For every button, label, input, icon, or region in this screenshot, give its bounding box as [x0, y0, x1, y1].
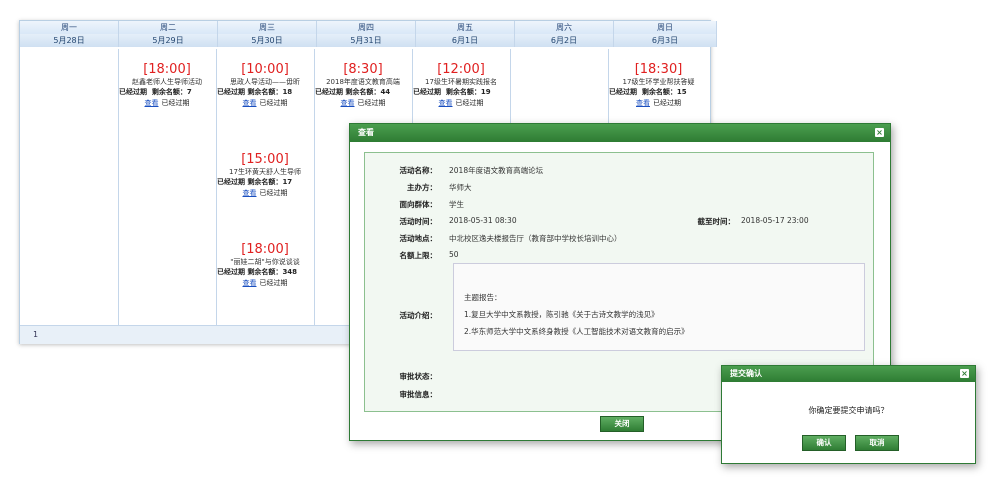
day-header: 周五 [415, 21, 515, 34]
close-icon[interactable]: × [875, 128, 884, 137]
place-value: 中北校区逸夫楼报告厅（教育部中学校长培训中心） [449, 234, 622, 243]
cancel-button[interactable]: 取消 [855, 435, 899, 451]
view-link[interactable]: 查看 [636, 99, 650, 107]
close-button[interactable]: 关闭 [600, 416, 644, 432]
event-card[interactable]: [18:00] "丽娃二胡"与你说谈谈 已经过期 剩余名额：348 查看 已经过期 [216, 242, 314, 288]
event-status: 已经过期 剩余名额：348 [217, 268, 298, 276]
limit-value: 50 [449, 250, 459, 259]
event-time: [18:00] [143, 62, 191, 77]
event-status: 已经过期 剩余名额：7 [119, 88, 192, 96]
view-dialog-header: 查看 × [350, 124, 890, 142]
close-icon[interactable]: × [960, 369, 969, 378]
view-link[interactable]: 查看 [243, 189, 257, 197]
host-value: 华师大 [449, 183, 472, 192]
date-header: 6月1日 [415, 34, 515, 47]
event-time: [18:00] [241, 242, 289, 257]
confirm-dialog-title: 提交确认 [730, 369, 762, 378]
day-header: 周二 [118, 21, 218, 34]
view-link[interactable]: 查看 [341, 99, 355, 107]
event-title: "丽娃二胡"与你说谈谈 [230, 258, 300, 266]
confirm-button[interactable]: 确认 [802, 435, 846, 451]
confirm-dialog: 提交确认 × 你确定要提交申请吗？ 确认 取消 [721, 365, 976, 464]
event-status: 已经过期 剩余名额：18 [217, 88, 293, 96]
expired-label: 已经过期 [161, 99, 190, 107]
confirm-dialog-header: 提交确认 × [722, 366, 975, 382]
event-card[interactable]: [12:00] 17级生环暑期实践报名 已经过期 剩余名额：19 查看 已经过期 [412, 62, 510, 108]
event-card[interactable]: [8:30] 2018年度语文教育高端 已经过期 剩余名额：44 查看 已经过期 [314, 62, 412, 108]
view-link[interactable]: 查看 [439, 99, 453, 107]
day-header: 周四 [316, 21, 416, 34]
confirm-message: 你确定要提交申请吗？ [808, 406, 889, 415]
view-link[interactable]: 查看 [145, 99, 159, 107]
expired-label: 已经过期 [653, 99, 681, 107]
day-header: 周日 [613, 21, 717, 34]
date-header: 6月3日 [613, 34, 717, 47]
day-column [20, 49, 119, 325]
activity-name: 2018年度语文教育高端论坛 [449, 166, 544, 175]
event-status: 已经过期 剩余名额：19 [413, 88, 491, 96]
event-card[interactable]: [10:00] 思政人导活动——毋昕 已经过期 剩余名额：18 查看 已经过期 [216, 62, 314, 108]
event-title: 思政人导活动——毋昕 [230, 78, 300, 86]
event-time: [12:00] [437, 62, 485, 77]
event-status: 已经过期 剩余名额：44 [315, 88, 391, 96]
event-title: 17生环黄天舒人生导师 [229, 168, 301, 176]
event-time: [18:30] [634, 62, 683, 77]
intro-line: 主题报告： [464, 293, 502, 302]
view-link[interactable]: 查看 [243, 99, 257, 107]
event-card[interactable]: [18:00] 赵鑫老师人生导师活动 已经过期 剩余名额：7 查看 已经过期 [118, 62, 216, 108]
event-title: 17级生环学业帮扶答疑 [622, 78, 695, 86]
event-time: [8:30] [343, 62, 383, 77]
view-link[interactable]: 查看 [243, 279, 257, 287]
date-header: 5月29日 [118, 34, 218, 47]
intro-line: 2.华东师范大学中文系终身教授《人工智能技术对语文教育的启示》 [464, 327, 689, 336]
day-column: [18:00] 赵鑫老师人生导师活动 已经过期 剩余名额：7 查看 已经过期 [118, 49, 217, 325]
event-status: 已经过期 剩余名额：15 [609, 88, 687, 96]
expired-label: 已经过期 [357, 99, 386, 107]
page-number[interactable]: 1 [33, 330, 38, 339]
event-time: [10:00] [241, 62, 289, 77]
intro-line: 1.复旦大学中文系教授，陈引驰《关于古诗文教学的浅见》 [464, 310, 659, 319]
day-column: [10:00] 思政人导活动——毋昕 已经过期 剩余名额：18 查看 已经过期 [… [216, 49, 315, 325]
event-card[interactable]: [18:30] 17级生环学业帮扶答疑 已经过期 剩余名额：15 查看 已经过期 [608, 62, 709, 108]
time-value: 2018-05-31 08:30 [449, 216, 517, 225]
expired-label: 已经过期 [259, 189, 288, 197]
event-title: 赵鑫老师人生导师活动 [132, 78, 202, 86]
event-time: [15:00] [241, 152, 289, 167]
date-header: 6月2日 [514, 34, 614, 47]
expired-label: 已经过期 [259, 99, 288, 107]
day-header: 周三 [217, 21, 317, 34]
date-header: 5月30日 [217, 34, 317, 47]
audience-value: 学生 [449, 200, 464, 209]
deadline-value: 2018-05-17 23:00 [741, 216, 809, 225]
event-status: 已经过期 剩余名额：17 [217, 178, 293, 186]
date-header: 5月28日 [20, 34, 119, 47]
calendar-header: 周一 周二 周三 周四 周五 周六 周日 5月28日 5月29日 5月30日 5… [20, 21, 717, 47]
expired-label: 已经过期 [455, 99, 484, 107]
event-card[interactable]: [15:00] 17生环黄天舒人生导师 已经过期 剩余名额：17 查看 已经过期 [216, 152, 314, 198]
day-header: 周一 [20, 21, 119, 34]
date-header: 5月31日 [316, 34, 416, 47]
event-title: 17级生环暑期实践报名 [425, 78, 497, 86]
view-dialog-title: 查看 [358, 128, 374, 137]
expired-label: 已经过期 [259, 279, 288, 287]
day-header: 周六 [514, 21, 614, 34]
intro-box: 主题报告： 1.复旦大学中文系教授，陈引驰《关于古诗文教学的浅见》 2.华东师范… [453, 263, 865, 351]
event-title: 2018年度语文教育高端 [326, 78, 400, 86]
